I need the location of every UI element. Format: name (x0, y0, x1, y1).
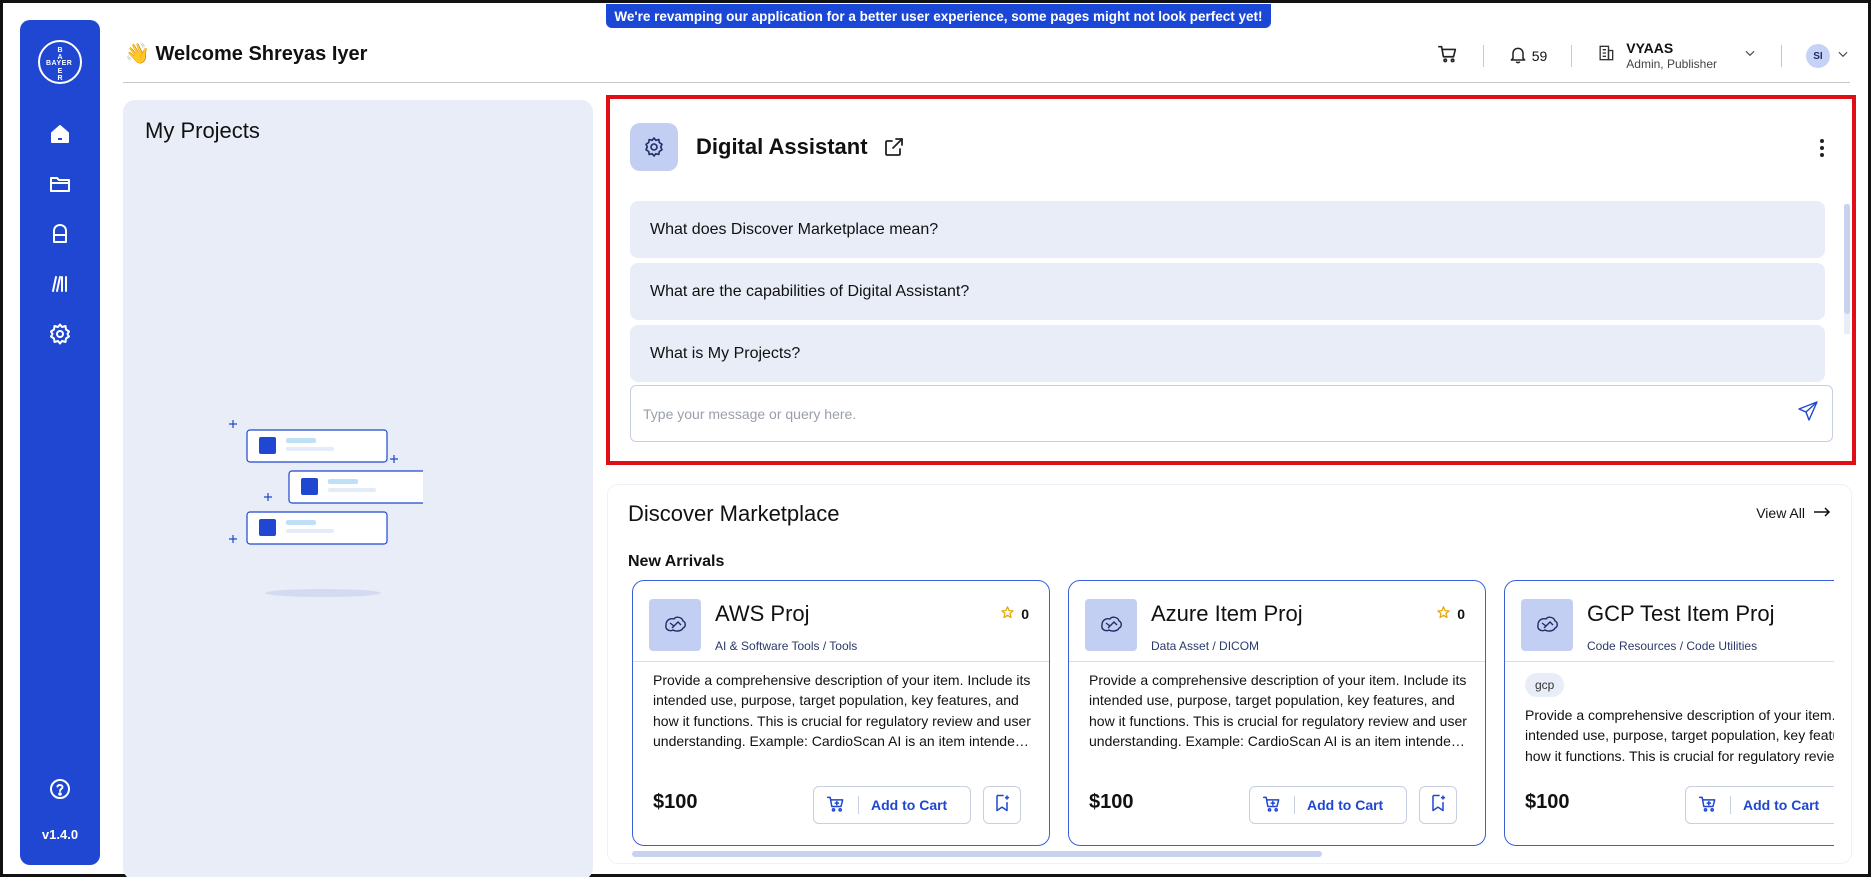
header-actions: 59 VYAAS Admin, Publisher SI (1437, 39, 1850, 73)
product-description: Provide a comprehensive description of y… (1525, 707, 1834, 764)
suggestion-chip[interactable]: What is My Projects? (630, 325, 1825, 382)
cart-icon[interactable] (1437, 43, 1459, 70)
home-icon[interactable] (46, 120, 74, 148)
product-title: Azure Item Proj (1151, 601, 1303, 626)
suggestion-chip[interactable]: What does Discover Marketplace mean? (630, 201, 1825, 258)
top-bar: 👋 Welcome Shreyas Iyer 59 VYAAS Admin, P… (123, 33, 1850, 83)
product-title: GCP Test Item Proj (1587, 601, 1775, 626)
bookmark-add-icon (992, 793, 1012, 818)
product-rating: 0 (1000, 605, 1029, 623)
sidebar: B A BAYER E R v1.4.0 (20, 20, 100, 865)
add-to-cart-label: Add to Cart (1307, 797, 1384, 813)
library-icon[interactable] (46, 270, 74, 298)
my-projects-title: My Projects (145, 118, 260, 143)
folder-icon[interactable] (46, 170, 74, 198)
product-card[interactable]: GCP Test Item Proj Code Resources / Code… (1504, 580, 1834, 846)
announcement-banner: We're revamping our application for a be… (606, 4, 1271, 28)
product-category: Code Resources / Code Utilities (1587, 639, 1758, 653)
product-title: AWS Proj (715, 601, 810, 626)
bell-icon (1508, 45, 1528, 68)
cart-icon (1698, 794, 1718, 817)
bayer-logo[interactable]: B A BAYER E R (38, 40, 82, 84)
product-card[interactable]: AWS Proj AI & Software Tools / Tools 0 P… (632, 580, 1050, 846)
cart-icon (826, 794, 846, 817)
rating-value: 0 (1457, 606, 1465, 622)
view-all-link[interactable]: View All (1756, 505, 1831, 521)
user-name: VYAAS (1626, 40, 1674, 57)
product-rating: 0 (1436, 605, 1465, 623)
product-price: $100 (653, 791, 698, 813)
chevron-down-icon[interactable] (1743, 46, 1757, 65)
bag-icon[interactable] (46, 220, 74, 248)
new-arrivals-heading: New Arrivals (628, 553, 725, 570)
notifications-button[interactable]: 59 (1508, 45, 1548, 68)
add-to-cart-button[interactable]: Add to Cart (813, 786, 971, 824)
product-card[interactable]: Azure Item Proj Data Asset / DICOM 0 Pro… (1068, 580, 1486, 846)
product-brain-icon (1085, 599, 1137, 651)
message-box (630, 385, 1833, 442)
digital-assistant-panel: Digital Assistant What does Discover Mar… (606, 95, 1856, 465)
suggestion-chip[interactable]: What are the capabilities of Digital Ass… (630, 263, 1825, 320)
view-all-label: View All (1756, 505, 1805, 521)
product-description: Provide a comprehensive description of y… (1089, 672, 1467, 750)
star-icon (1436, 605, 1451, 623)
profile-menu[interactable]: SI (1806, 44, 1850, 68)
send-icon[interactable] (1796, 399, 1820, 428)
product-category: Data Asset / DICOM (1151, 639, 1260, 653)
product-carousel: AWS Proj AI & Software Tools / Tools 0 P… (632, 580, 1834, 848)
arrow-right-icon (1813, 505, 1831, 521)
my-projects-panel: My Projects (123, 100, 593, 877)
assistant-title: Digital Assistant (696, 134, 868, 159)
user-menu[interactable]: VYAAS Admin, Publisher (1596, 40, 1757, 71)
user-role: Admin, Publisher (1626, 56, 1717, 71)
marketplace-panel: Discover Marketplace View All New Arriva… (608, 485, 1851, 863)
product-price: $100 (1089, 791, 1134, 813)
product-tag: gcp (1525, 673, 1565, 697)
product-brain-icon (1521, 599, 1573, 651)
marketplace-title: Discover Marketplace (628, 501, 840, 526)
cart-icon (1262, 794, 1282, 817)
assistant-scrollbar[interactable] (1844, 204, 1850, 334)
product-brain-icon (649, 599, 701, 651)
chevron-down-icon[interactable] (1836, 47, 1850, 66)
settings-icon[interactable] (46, 320, 74, 348)
avatar: SI (1806, 44, 1830, 68)
logo-text: BAYER (46, 60, 73, 67)
empty-projects-illustration (229, 420, 423, 597)
more-options-icon[interactable] (1820, 139, 1824, 157)
star-icon (1000, 605, 1015, 623)
rating-value: 0 (1021, 606, 1029, 622)
product-description: Provide a comprehensive description of y… (653, 672, 1031, 750)
product-category: AI & Software Tools / Tools (715, 639, 858, 653)
open-external-icon[interactable] (882, 135, 906, 164)
bookmark-add-icon (1428, 793, 1448, 818)
help-icon[interactable] (46, 775, 74, 803)
carousel-scrollbar[interactable] (632, 851, 1322, 857)
message-input[interactable] (643, 405, 1796, 422)
app-version: v1.4.0 (41, 827, 79, 842)
bookmark-button[interactable] (1419, 786, 1457, 824)
bookmark-button[interactable] (983, 786, 1021, 824)
add-to-cart-label: Add to Cart (871, 797, 948, 813)
add-to-cart-button[interactable]: Add to Cart (1249, 786, 1407, 824)
product-price: $100 (1525, 791, 1570, 813)
assistant-gear-icon (630, 123, 678, 171)
add-to-cart-label: Add to Cart (1743, 797, 1820, 813)
notification-count: 59 (1531, 48, 1548, 64)
add-to-cart-button[interactable]: Add to Cart (1685, 786, 1834, 824)
welcome-message: 👋 Welcome Shreyas Iyer (125, 43, 368, 65)
organization-icon (1596, 43, 1616, 68)
